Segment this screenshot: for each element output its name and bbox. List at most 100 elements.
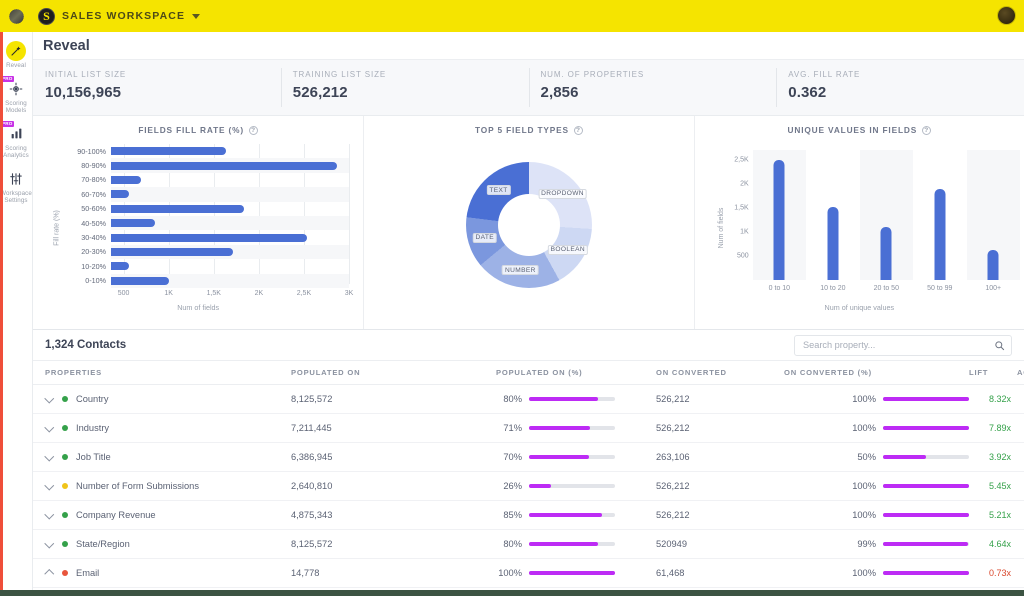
chart-title-text: UNIQUE VALUES IN FIELDS [787, 125, 918, 135]
cell-actions[interactable] [1017, 558, 1024, 588]
sidebar-item-reveal[interactable]: Reveal [0, 38, 33, 74]
table-row[interactable]: Company Revenue 4,875,343 85% 526,212 100% 5.… [33, 500, 1024, 530]
bar[interactable] [111, 233, 307, 242]
table-row[interactable]: Email 14,778 100% 61,468 100% 0.73x [33, 558, 1024, 588]
bar-row[interactable]: 80-90% [81, 158, 350, 173]
chart-title: FIELDS FILL RATE (%) ? [33, 125, 363, 135]
chevron-up-icon[interactable] [45, 569, 54, 578]
sidebar-item-scoring-analytics[interactable]: PRO Scoring Analytics [0, 120, 33, 164]
kpi-value: 10,156,965 [45, 84, 122, 101]
converted-progress-fill [883, 513, 969, 517]
col-properties[interactable]: PROPERTIES [33, 360, 291, 385]
cell-actions[interactable] [1017, 529, 1024, 559]
bar-row[interactable]: 10-20% [81, 259, 349, 273]
cell-actions[interactable] [1017, 442, 1024, 472]
bar[interactable] [111, 204, 244, 213]
properties-table-container[interactable]: PROPERTIES POPULATED ON POPULATED ON (%)… [33, 360, 1024, 596]
workspace-selector[interactable]: S SALES WORKSPACE [38, 7, 201, 25]
col-on-converted-pct[interactable]: ON CONVERTED (%) [784, 360, 969, 385]
bar[interactable] [111, 190, 130, 199]
app-logo[interactable] [0, 0, 33, 32]
bar-row[interactable]: 90-100% [77, 144, 349, 158]
cell-populated-on: 8,125,572 [291, 529, 496, 559]
table-row[interactable]: State/Region 8,125,572 80% 520949 99% 4.64x [33, 529, 1024, 559]
chevron-down-icon[interactable] [45, 424, 54, 433]
donut-chart: DROPDOWN BOOLEAN NUMBER DATE TEXT [364, 135, 693, 315]
col-populated-on-pct[interactable]: POPULATED ON (%) [496, 360, 656, 385]
table-toolbar: 1,324 Contacts [33, 330, 1024, 360]
bar-row[interactable]: 70-80% [81, 173, 349, 187]
chevron-down-icon[interactable] [45, 482, 54, 491]
x-tick-label: 50 to 99 [927, 285, 953, 292]
bar[interactable] [111, 247, 233, 256]
question-mark-icon[interactable]: ? [248, 125, 258, 135]
bar-row[interactable]: 50-60% [81, 202, 349, 216]
cell-actions[interactable] [1017, 500, 1024, 530]
table-row[interactable]: Industry 7,211,445 71% 526,212 100% 7.89x [33, 413, 1024, 443]
sidebar-item-label: Reveal [6, 62, 26, 69]
property-name: Email [76, 568, 100, 578]
bar[interactable] [880, 227, 892, 280]
bar[interactable] [111, 276, 169, 285]
bar[interactable] [111, 175, 141, 184]
properties-table: PROPERTIES POPULATED ON POPULATED ON (%)… [33, 360, 1024, 588]
col-on-converted[interactable]: ON CONVERTED [656, 360, 784, 385]
sidebar-item-workspace-settings[interactable]: Workspace Settings [0, 166, 33, 209]
cell-on-converted: 61,468 [656, 558, 784, 588]
bar[interactable] [934, 188, 946, 280]
bar[interactable] [111, 262, 130, 271]
bar-row[interactable]: 0-10% [85, 273, 350, 288]
sidebar-item-scoring-models[interactable]: PRO Scoring Models [0, 75, 33, 119]
populated-pct-value: 71% [503, 423, 522, 433]
cell-actions[interactable] [1017, 384, 1024, 414]
chart-title: UNIQUE VALUES IN FIELDS ? [695, 125, 1024, 135]
bar-row[interactable]: 60-70% [81, 187, 350, 202]
col-lift[interactable]: LIFT [969, 360, 1017, 385]
cell-actions[interactable] [1017, 471, 1024, 501]
search-icon[interactable] [994, 340, 1005, 351]
chevron-down-icon[interactable] [45, 453, 54, 462]
converted-progress-track [883, 397, 969, 401]
chart-top-5-field-types: TOP 5 FIELD TYPES ? DROPDOWN BOOLEAN NUMBE… [363, 116, 693, 329]
bar[interactable] [987, 249, 999, 280]
user-avatar[interactable] [997, 6, 1016, 25]
bottom-edge-bar [0, 590, 1024, 596]
bar[interactable] [111, 147, 226, 156]
search-property-box[interactable] [794, 334, 1012, 356]
chevron-down-icon[interactable] [45, 540, 54, 549]
bar[interactable] [111, 219, 156, 228]
bar-row[interactable]: 30-40% [81, 230, 349, 244]
vbar-plot-area: 500 1K 1,5K 2K 2,5K 0 to 10 10 to 20 20 to 50 50… [734, 150, 1020, 292]
chevron-down-icon[interactable] [45, 395, 54, 404]
chevron-down-icon[interactable] [45, 511, 54, 520]
bar[interactable] [827, 206, 839, 280]
status-dot [62, 483, 68, 489]
table-row[interactable]: Country 8,125,572 80% 526,212 100% 8.32x [33, 384, 1024, 414]
cell-populated-on-pct: 26% [496, 471, 656, 501]
cell-actions[interactable] [1017, 413, 1024, 443]
table-row[interactable]: Number of Form Submissions 2,640,810 26% 52… [33, 471, 1024, 501]
converted-progress-track [883, 513, 969, 517]
bar-category-label: 10-20% [81, 261, 106, 271]
chevron-down-icon[interactable] [192, 13, 201, 19]
status-dot [62, 454, 68, 460]
cell-on-converted: 526,212 [656, 471, 784, 501]
bar[interactable] [773, 159, 785, 280]
col-populated-on[interactable]: POPULATED ON [291, 360, 496, 385]
search-input[interactable] [803, 340, 990, 350]
cell-populated-on: 6,386,945 [291, 442, 496, 472]
bar[interactable] [111, 161, 337, 170]
kpi-strip: INITIAL LIST SIZE 10,156,965 TRAINING LI… [33, 60, 1024, 116]
populated-progress-fill [529, 513, 603, 517]
question-mark-icon[interactable]: ? [573, 125, 583, 135]
populated-pct-value: 26% [503, 481, 522, 491]
converted-progress-fill [883, 484, 969, 488]
cell-populated-on-pct: 80% [496, 529, 656, 559]
table-row[interactable]: Job Title 6,386,945 70% 263,106 50% 3.92x [33, 442, 1024, 472]
sidebar-item-label: Workspace Settings [0, 189, 32, 205]
bar-row[interactable]: 20-30% [81, 244, 350, 260]
bar-row[interactable]: 40-50% [81, 215, 350, 231]
question-mark-icon[interactable]: ? [922, 125, 932, 135]
donut-ring[interactable]: DROPDOWN BOOLEAN NUMBER DATE TEXT [465, 162, 592, 288]
cell-populated-on: 7,211,445 [291, 413, 496, 443]
